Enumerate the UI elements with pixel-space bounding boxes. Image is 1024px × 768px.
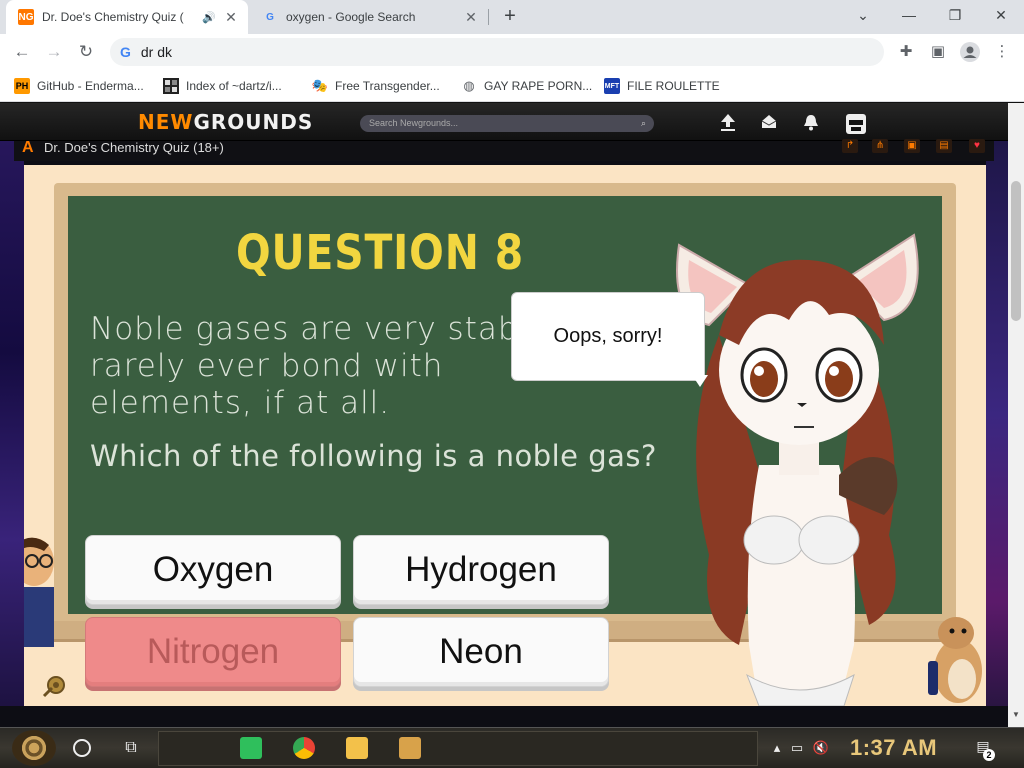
windows-taskbar: ⧉ ▴ ▭ 🔇 1:37 AM ▤ 2	[0, 727, 1024, 768]
tab-separator	[488, 9, 489, 25]
google-icon: G	[120, 44, 131, 60]
quiz-character-illustration	[676, 233, 919, 706]
new-tab-button[interactable]: +	[498, 5, 522, 29]
answer-nitrogen-button[interactable]: Nitrogen	[85, 617, 341, 687]
browser-toolbar: ← → ↻ G dr dk ✚ ▣ ⋮	[0, 34, 1024, 70]
profile-avatar-icon[interactable]	[960, 42, 980, 62]
hamster-image	[928, 617, 982, 703]
google-favicon-icon: G	[266, 11, 274, 23]
audio-playing-icon[interactable]: 🔊	[202, 11, 216, 24]
settings-gear-icon[interactable]	[40, 672, 72, 698]
speech-bubble: Oops, sorry!	[511, 292, 705, 381]
restore-button[interactable]: ❐	[932, 0, 978, 30]
close-window-button[interactable]: ✕	[978, 0, 1024, 30]
minimize-button[interactable]: —	[886, 0, 932, 30]
bookmark-index-dartz[interactable]: Index of ~dartz/i...	[163, 76, 282, 96]
tab-search-button[interactable]: ⌄	[840, 0, 886, 30]
bookmark-file-roulette[interactable]: MFT FILE ROULETTE	[604, 76, 720, 96]
bookmark-free-transgender[interactable]: 🎭 Free Transgender...	[312, 76, 440, 96]
start-button[interactable]	[12, 730, 56, 766]
question-text: Noble gases are very stab rarely ever bo…	[90, 311, 519, 421]
page-bottom-strip	[0, 706, 1008, 727]
newgrounds-logo[interactable]: NEWGROUNDS	[138, 110, 313, 134]
background-art-right	[986, 103, 1008, 727]
bookmarks-bar: PH GitHub - Enderma... Index of ~dartz/i…	[0, 70, 1024, 102]
social-share-icon[interactable]: ⋔	[872, 139, 888, 153]
doctor-character-partial	[24, 537, 54, 647]
tab-google-search[interactable]: G oxygen - Google Search ✕	[250, 0, 488, 34]
tab-chemistry-quiz[interactable]: NG Dr. Doe's Chemistry Quiz ( 🔊 ✕	[6, 0, 248, 34]
bookmark-label: FILE ROULETTE	[627, 79, 720, 93]
chrome-icon[interactable]	[293, 737, 315, 759]
close-tab-icon[interactable]: ✕	[222, 8, 240, 26]
game-title: Dr. Doe's Chemistry Quiz (18+)	[44, 140, 224, 155]
heart-icon[interactable]: ♥	[969, 139, 985, 153]
extensions-puzzle-icon[interactable]: ✚	[896, 42, 916, 62]
newgrounds-a-icon: A	[22, 139, 34, 156]
task-view-icon[interactable]: ⧉	[120, 737, 142, 759]
menu-kebab-icon[interactable]: ⋮	[992, 42, 1012, 62]
tab-strip: NG Dr. Doe's Chemistry Quiz ( 🔊 ✕ G oxyg…	[0, 0, 1024, 34]
newgrounds-header: NEWGROUNDS Search Newgrounds... ⌕	[0, 103, 1008, 141]
upload-icon[interactable]	[717, 112, 739, 134]
back-arrow-icon[interactable]: ←	[10, 40, 34, 64]
game-canvas[interactable]: QUESTION 8 Noble gases are very stab rar…	[24, 165, 986, 706]
user-avatar-icon[interactable]	[844, 112, 866, 134]
tab-title: oxygen - Google Search	[286, 10, 416, 24]
messages-icon[interactable]	[758, 112, 780, 134]
network-icon[interactable]: ▭	[788, 740, 806, 756]
share-icon[interactable]: ↱	[842, 139, 858, 153]
mft-icon: MFT	[604, 78, 620, 94]
tab-title: Dr. Doe's Chemistry Quiz (	[42, 10, 184, 24]
background-art-left	[0, 103, 24, 727]
notes-app-icon[interactable]	[240, 737, 262, 759]
grid-icon	[163, 78, 179, 94]
newgrounds-favicon-icon: NG	[18, 9, 34, 25]
bookmark-github[interactable]: PH GitHub - Enderma...	[14, 76, 144, 96]
ph-icon: PH	[14, 78, 30, 94]
address-bar[interactable]: G dr dk	[110, 38, 884, 66]
taskbar-clock[interactable]: 1:37 AM	[850, 735, 937, 761]
search-icon[interactable]: ⌕	[641, 115, 646, 132]
speech-bubble-tail	[692, 375, 708, 387]
bookmark-label: Free Transgender...	[335, 79, 440, 93]
mask-icon: 🎭	[311, 78, 329, 93]
bookmark-gay-porn[interactable]: ◍ GAY RAPE PORN...	[461, 76, 592, 96]
game-title-bar: A Dr. Doe's Chemistry Quiz (18+) ↱ ⋔ ▣ ▤…	[14, 139, 994, 161]
bookmark-label: Index of ~dartz/i...	[186, 79, 282, 93]
logo-new: NEW	[138, 110, 194, 134]
answer-neon-button[interactable]: Neon	[353, 617, 609, 687]
question-prompt: Which of the following is a noble gas?	[90, 439, 657, 473]
newgrounds-search-input[interactable]: Search Newgrounds... ⌕	[360, 115, 654, 132]
notification-count-badge: 2	[983, 749, 995, 761]
question-title: QUESTION 8	[236, 225, 525, 281]
bookmark-label: GitHub - Enderma...	[37, 79, 144, 93]
answer-hydrogen-button[interactable]: Hydrogen	[353, 535, 609, 605]
logo-grounds: GROUNDS	[193, 110, 314, 134]
game-app-icon[interactable]	[399, 737, 421, 759]
answer-oxygen-button[interactable]: Oxygen	[85, 535, 341, 605]
forward-arrow-icon[interactable]: →	[42, 40, 66, 64]
notifications-bell-icon[interactable]	[800, 112, 822, 134]
tray-chevron-icon[interactable]: ▴	[768, 740, 786, 756]
reload-icon[interactable]: ↻	[74, 40, 98, 64]
volume-muted-icon[interactable]: 🔇	[812, 740, 830, 756]
favorite-folder-icon[interactable]: ▤	[936, 139, 952, 153]
globe-icon: ◍	[463, 78, 475, 93]
scrollbar-thumb[interactable]	[1011, 181, 1021, 321]
address-text[interactable]: dr dk	[141, 44, 172, 60]
save-icon[interactable]: ▣	[904, 139, 920, 153]
file-explorer-icon[interactable]	[346, 737, 368, 759]
side-panel-icon[interactable]: ▣	[928, 42, 948, 62]
scroll-down-arrow-icon[interactable]: ▼	[1009, 710, 1023, 724]
web-page: NEWGROUNDS Search Newgrounds... ⌕ A Dr. …	[0, 103, 1024, 727]
cortana-search-icon[interactable]	[73, 739, 91, 757]
close-tab-icon[interactable]: ✕	[462, 8, 480, 26]
bookmark-label: GAY RAPE PORN...	[484, 79, 593, 93]
search-placeholder: Search Newgrounds...	[369, 118, 459, 128]
